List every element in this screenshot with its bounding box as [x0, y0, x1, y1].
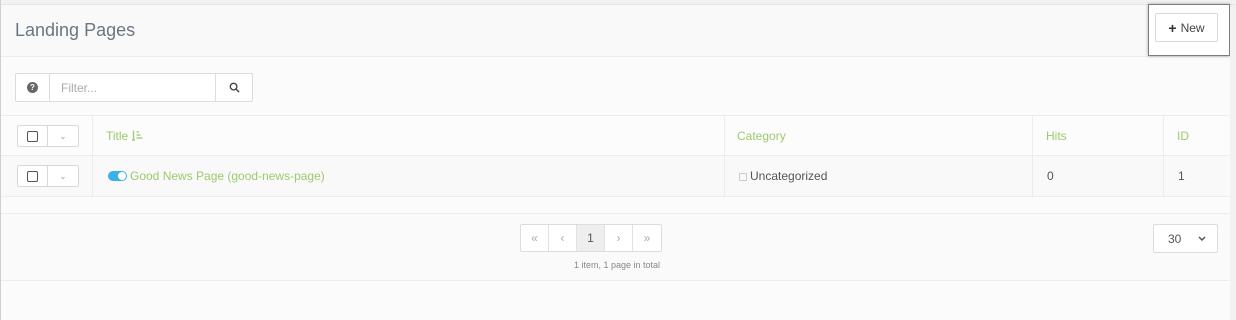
- per-page-select[interactable]: 30: [1153, 224, 1218, 253]
- pagination-next[interactable]: ›: [605, 225, 633, 251]
- pagination-info: 1 item, 1 page in total: [573, 260, 661, 270]
- row-checkbox[interactable]: [27, 170, 38, 182]
- table-footer: « ‹ 1 › » 1 item, 1 page in total 30: [1, 213, 1229, 281]
- page-header: Landing Pages: [1, 5, 1229, 57]
- table-row: ⌄ Good News Page (good-news-page) Uncate…: [1, 156, 1229, 197]
- per-page-value: 30: [1168, 231, 1182, 246]
- pagination-first[interactable]: «: [521, 225, 549, 251]
- new-button-highlight: + New: [1148, 4, 1230, 56]
- pagination-page[interactable]: 1: [577, 225, 605, 251]
- filter-search-button[interactable]: [215, 74, 252, 101]
- pagination: « ‹ 1 › »: [520, 224, 662, 252]
- search-icon: [229, 82, 240, 93]
- column-header-id[interactable]: ID: [1177, 116, 1189, 155]
- column-title-label: Title: [106, 128, 129, 143]
- plus-icon: +: [1168, 19, 1177, 36]
- toggle-on-icon[interactable]: [108, 171, 127, 181]
- category-icon: [739, 172, 747, 181]
- new-button-label: New: [1180, 20, 1205, 35]
- select-all-checkbox[interactable]: [27, 130, 38, 142]
- new-button[interactable]: + New: [1155, 13, 1218, 42]
- row-category-cell: Uncategorized: [739, 156, 827, 196]
- page-title: Landing Pages: [15, 20, 136, 40]
- table-header-row: ⌄ Title Category Hits ID: [1, 115, 1229, 156]
- row-title-cell: Good News Page (good-news-page): [108, 156, 325, 196]
- question-circle-icon: ?: [27, 82, 38, 93]
- chevron-down-icon[interactable]: ⌄: [48, 166, 78, 186]
- filter-input[interactable]: [50, 74, 215, 101]
- filter-bar: ?: [15, 73, 253, 102]
- pagination-last[interactable]: »: [633, 225, 661, 251]
- pagination-prev[interactable]: ‹: [549, 225, 577, 251]
- right-edge: [1230, 5, 1236, 320]
- row-category: Uncategorized: [750, 169, 828, 183]
- filter-help-button[interactable]: ?: [16, 74, 50, 101]
- column-header-hits[interactable]: Hits: [1046, 116, 1067, 155]
- select-all-checkbox-group[interactable]: ⌄: [17, 125, 79, 147]
- column-header-category[interactable]: Category: [737, 116, 786, 155]
- row-checkbox-group[interactable]: ⌄: [17, 165, 79, 187]
- row-hits: 0: [1047, 169, 1054, 183]
- chevron-down-icon[interactable]: ⌄: [48, 126, 78, 146]
- chevron-down-icon: [1198, 236, 1206, 242]
- column-header-title[interactable]: Title: [106, 116, 143, 155]
- landing-pages-table: ⌄ Title Category Hits ID ⌄ Good News Pag…: [1, 115, 1229, 197]
- row-id: 1: [1178, 169, 1185, 183]
- sort-amount-icon: [132, 130, 143, 141]
- row-title-link[interactable]: Good News Page (good-news-page): [130, 169, 325, 183]
